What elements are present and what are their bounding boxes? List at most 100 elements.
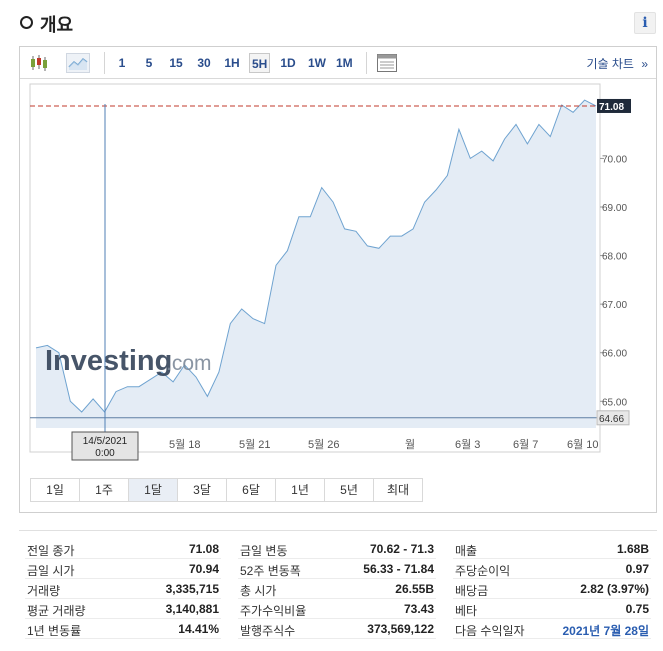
chart-widget: 1 5 15 30 1H 5H 1D 1W 1M 기술 차트 » Investi… <box>19 46 657 513</box>
watermark-text: Investing <box>45 345 172 377</box>
x-axis-label: 6월 7 <box>513 438 538 451</box>
stat-value: 71.08 <box>188 542 219 556</box>
stat-label: 1년 변동률 <box>27 624 82 638</box>
stat-label: 발행주식수 <box>240 624 296 638</box>
stat-value: 3,335,715 <box>165 582 219 596</box>
y-tick-label: 67.00 <box>602 300 627 311</box>
stat-row: 전일 종가 71.08 <box>25 539 221 559</box>
stat-value: 3,140,881 <box>165 602 219 616</box>
interval-15[interactable]: 15 <box>166 53 186 73</box>
stat-value: 70.94 <box>188 562 219 576</box>
stat-row: 금일 변동 70.62 - 71.3 <box>238 539 436 559</box>
stats-table: 전일 종가 71.08 금일 시가 70.94 거래량 3,335,715 평균 거래량 3,… <box>19 530 657 639</box>
svg-text:14/5/2021: 14/5/2021 <box>83 436 128 447</box>
technical-chart-link[interactable]: 기술 차트 » <box>586 55 648 72</box>
range-button[interactable]: 1주 <box>79 478 129 502</box>
page-title: 개요 <box>40 15 74 36</box>
svg-text:71.08: 71.08 <box>599 102 624 113</box>
stat-value: 73.43 <box>403 602 434 616</box>
stats-column-1: 전일 종가 71.08 금일 시가 70.94 거래량 3,335,715 평균 거래량 3,… <box>25 539 221 639</box>
y-tick-label: 65.00 <box>602 397 627 408</box>
stat-value: 2.82 (3.97%) <box>580 582 649 596</box>
interval-1w[interactable]: 1W <box>306 53 328 73</box>
stat-row: 주당순이익 0.97 <box>453 559 651 579</box>
x-axis-label: 5월 21 <box>239 438 271 451</box>
interval-1[interactable]: 1 <box>112 53 132 73</box>
crosshair-date-label: 14/5/20210:00 <box>71 431 139 461</box>
stat-row: 배당금 2.82 (3.97%) <box>453 579 651 599</box>
y-tick-label: 68.00 <box>602 252 627 263</box>
range-button[interactable]: 최대 <box>373 478 423 502</box>
svg-text:0:00: 0:00 <box>95 448 115 459</box>
stat-row: 거래량 3,335,715 <box>25 579 221 599</box>
interval-1d[interactable]: 1D <box>278 53 298 73</box>
x-axis-label: 5월 26 <box>308 438 340 451</box>
stat-value[interactable]: 2021년 7월 28일 <box>562 622 649 639</box>
technical-chart-label: 기술 차트 <box>586 57 634 71</box>
stat-label: 평균 거래량 <box>27 604 86 618</box>
range-button[interactable]: 1달 <box>128 478 178 502</box>
stat-row: 다음 수익일자 2021년 7월 28일 <box>453 619 651 639</box>
stat-label: 금일 변동 <box>240 544 288 558</box>
price-chart[interactable]: Investing .com 65.00 66.00 67.00 68.00 69.00… <box>20 80 656 468</box>
stat-row: 총 시가 26.55B <box>238 579 436 599</box>
stat-row: 평균 거래량 3,140,881 <box>25 599 221 619</box>
stat-label: 총 시가 <box>240 584 277 598</box>
stat-value: 373,569,122 <box>367 622 434 636</box>
stat-label: 전일 종가 <box>27 544 75 558</box>
stat-label: 주가수익비율 <box>240 604 307 618</box>
stat-row: 주가수익비율 73.43 <box>238 599 436 619</box>
price-chart-svg: Investing .com 65.00 66.00 67.00 68.00 69.00… <box>29 83 631 461</box>
range-selector: 1일 1주 1달 3달 6달 1년 5년 최대 <box>30 478 423 502</box>
range-button[interactable]: 5년 <box>324 478 374 502</box>
interval-5h[interactable]: 5H <box>249 53 271 73</box>
toolbar-separator <box>104 52 105 74</box>
stat-row: 금일 시가 70.94 <box>25 559 221 579</box>
stat-label: 52주 변동폭 <box>240 564 301 578</box>
watermark-suffix: .com <box>166 352 212 375</box>
candlestick-icon[interactable] <box>28 53 50 73</box>
interval-1h[interactable]: 1H <box>222 53 242 73</box>
y-tick-label: 69.00 <box>602 203 627 214</box>
x-axis-label: 6월 10 <box>567 438 599 451</box>
stat-label: 베타 <box>455 604 478 618</box>
stat-value: 26.55B <box>395 582 434 596</box>
range-button[interactable]: 1년 <box>275 478 325 502</box>
info-button[interactable]: i <box>634 12 656 34</box>
x-axis-label: 6월 3 <box>455 438 480 451</box>
table-view-icon[interactable] <box>376 53 398 73</box>
x-axis-label: 월 <box>405 438 415 451</box>
stat-value: 1.68B <box>616 542 649 556</box>
area-chart-icon[interactable] <box>66 53 90 73</box>
stat-value: 70.62 - 71.3 <box>369 542 434 556</box>
chart-toolbar: 1 5 15 30 1H 5H 1D 1W 1M 기술 차트 » <box>20 47 656 79</box>
stat-value: 0.75 <box>625 602 649 616</box>
stat-row: 1년 변동률 14.41% <box>25 619 221 639</box>
stat-row: 발행주식수 373,569,122 <box>238 619 436 639</box>
stat-value: 0.97 <box>625 562 649 576</box>
investing-logo: Investing .com <box>45 345 212 377</box>
low-price-label: 64.66 <box>596 410 630 426</box>
overview-header: 개요 i <box>18 10 658 36</box>
range-button[interactable]: 3달 <box>177 478 227 502</box>
interval-1m[interactable]: 1M <box>334 53 355 73</box>
stat-row: 매출 1.68B <box>453 539 651 559</box>
interval-30[interactable]: 30 <box>194 53 214 73</box>
stats-column-3: 매출 1.68B 주당순이익 0.97 배당금 2.82 (3.97%) 베타 0.75 다음 … <box>453 539 651 639</box>
stat-row: 52주 변동폭 56.33 - 71.84 <box>238 559 436 579</box>
interval-5[interactable]: 5 <box>139 53 159 73</box>
stat-label: 매출 <box>455 544 478 558</box>
stats-column-2: 금일 변동 70.62 - 71.3 52주 변동폭 56.33 - 71.84 총 시… <box>238 539 436 639</box>
stat-value: 14.41% <box>178 622 219 636</box>
double-chevron-right-icon: » <box>641 57 648 71</box>
range-button[interactable]: 6달 <box>226 478 276 502</box>
stat-label: 거래량 <box>27 584 61 598</box>
x-axis-label: 5월 18 <box>169 438 201 451</box>
stat-row: 베타 0.75 <box>453 599 651 619</box>
stat-value: 56.33 - 71.84 <box>363 562 434 576</box>
y-tick-label: 66.00 <box>602 349 627 360</box>
stat-label: 금일 시가 <box>27 564 75 578</box>
stat-label: 다음 수익일자 <box>455 624 525 638</box>
range-button[interactable]: 1일 <box>30 478 80 502</box>
price-area <box>36 100 596 428</box>
